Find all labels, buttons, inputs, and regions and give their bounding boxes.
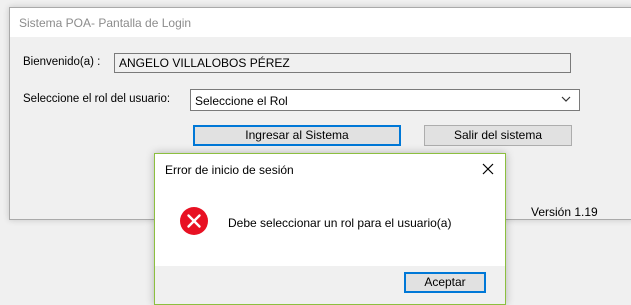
- dialog-body: Debe seleccionar un rol para el usuario(…: [155, 184, 505, 266]
- welcome-name-field[interactable]: ANGELO VILLALOBOS PÉREZ: [114, 53, 571, 73]
- login-button[interactable]: Ingresar al Sistema: [193, 125, 401, 146]
- welcome-label: Bienvenido(a) :: [23, 56, 101, 68]
- error-dialog: Error de inicio de sesión Debe seleccion…: [154, 153, 506, 305]
- window-titlebar: Sistema POA- Pantalla de Login: [10, 8, 631, 37]
- window-title: Sistema POA- Pantalla de Login: [19, 16, 192, 30]
- role-select-value: Seleccione el Rol: [195, 94, 288, 108]
- dialog-title: Error de inicio de sesión: [165, 163, 294, 177]
- chevron-down-icon: [561, 96, 571, 102]
- error-icon: [180, 207, 208, 235]
- dialog-message: Debe seleccionar un rol para el usuario(…: [228, 216, 452, 230]
- dialog-footer: Aceptar: [155, 266, 505, 304]
- ok-button[interactable]: Aceptar: [404, 272, 486, 293]
- role-select[interactable]: Seleccione el Rol: [190, 89, 580, 111]
- close-icon[interactable]: [477, 158, 499, 180]
- exit-button[interactable]: Salir del sistema: [424, 125, 572, 146]
- role-label: Seleccione el rol del usuario:: [23, 93, 171, 105]
- version-label: Versión 1.19: [531, 205, 598, 219]
